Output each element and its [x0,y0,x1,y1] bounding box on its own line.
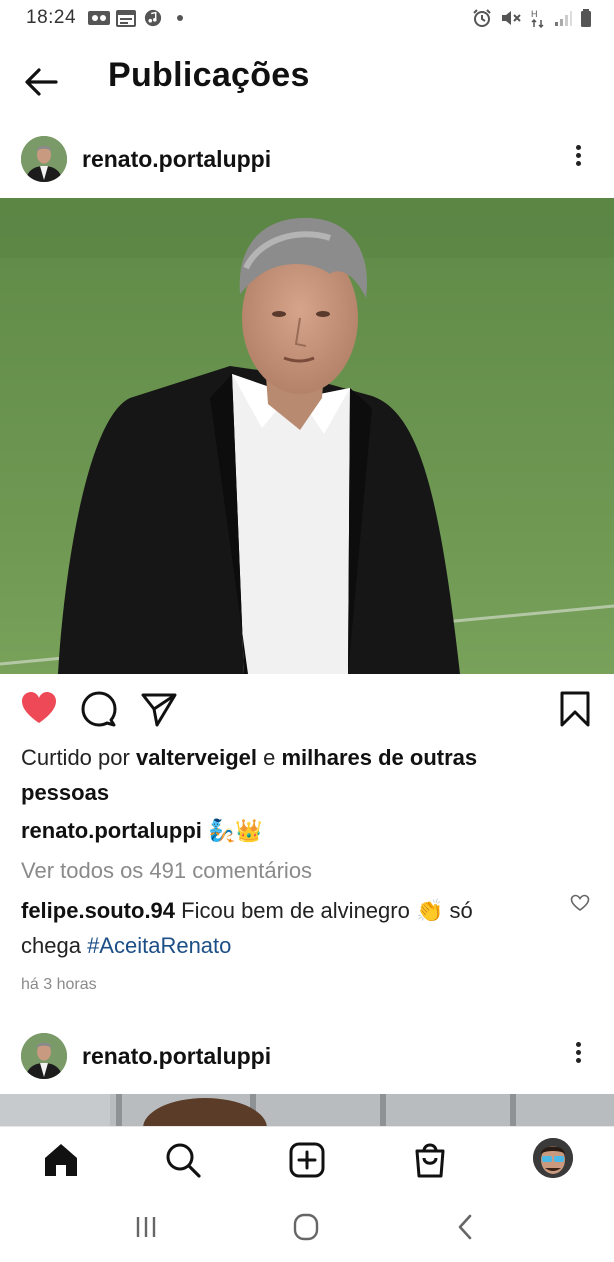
post-image[interactable] [0,198,614,674]
comment-like-heart-icon[interactable] [570,894,590,912]
post-username-2[interactable]: renato.portaluppi [82,1043,271,1070]
comment-line-2: chega #AceitaRenato [21,933,231,959]
avatar-image [21,136,67,182]
comment-icon[interactable] [80,690,118,728]
new-post-icon[interactable] [288,1141,326,1179]
comment-text: Ficou bem de alvinegro [175,898,416,923]
dot-icon [177,15,183,21]
likes-line: Curtido por valterveigel e milhares de o… [21,745,477,771]
signal-icon [555,11,572,26]
comment-hashtag[interactable]: #AceitaRenato [87,933,231,958]
profile-avatar[interactable] [533,1138,573,1178]
home-icon[interactable] [42,1141,80,1179]
shop-icon[interactable] [411,1141,449,1179]
status-icons-right: H [472,8,592,28]
comment-text-2: só [443,898,473,923]
mute-icon [502,11,521,25]
post-image-2[interactable] [0,1094,614,1128]
data-icon: H [531,9,544,28]
post-header-2: renato.portaluppi [0,1027,614,1087]
post-photo-2 [0,1094,614,1128]
svg-text:H: H [531,9,538,19]
avatar[interactable] [21,136,67,182]
liked-by-others[interactable]: milhares de outras [282,745,478,770]
caption-username[interactable]: renato.portaluppi [21,818,202,843]
avatar-image-2 [21,1033,67,1079]
home-circle-icon[interactable] [286,1212,326,1242]
back-chevron-icon[interactable] [446,1212,486,1242]
view-all-comments[interactable]: Ver todos os 491 comentários [21,858,312,884]
liked-by-user[interactable]: valterveigel [136,745,257,770]
music-icon [144,9,162,27]
post-photo [0,198,614,674]
post-timestamp: há 3 horas [21,976,97,993]
alarm-icon [473,9,491,27]
battery-icon [581,9,591,27]
status-bar: 18:24 H [0,0,614,38]
calendar-icon [116,10,136,27]
comment-text-3: chega [21,933,88,958]
post-username[interactable]: renato.portaluppi [82,146,271,173]
page-title: Publicações [108,56,310,94]
bottom-navigation [0,1126,614,1192]
liked-by-others-cont[interactable]: pessoas [21,780,109,805]
more-options-icon[interactable] [566,142,590,176]
recents-icon[interactable] [126,1212,166,1242]
search-icon[interactable] [164,1141,202,1179]
app-header: Publicações [0,40,614,120]
voicemail-icon [88,11,110,25]
comment-line-1: felipe.souto.94 Ficou bem de alvinegro 👏… [21,898,561,924]
comment-username[interactable]: felipe.souto.94 [21,898,175,923]
more-options-icon-2[interactable] [566,1039,590,1073]
profile-avatar-image [533,1138,573,1178]
system-navigation [0,1192,614,1262]
liked-by-prefix: Curtido por [21,745,136,770]
liked-by-mid: e [257,745,282,770]
like-heart-icon[interactable] [20,690,58,728]
post-header: renato.portaluppi [0,130,614,190]
caption: renato.portaluppi 🧞👑 [21,818,263,844]
likes-line-2: pessoas [21,780,109,806]
caption-emojis: 🧞👑 [208,818,263,843]
share-icon[interactable] [140,690,178,728]
status-time: 18:24 [26,7,77,28]
save-bookmark-icon[interactable] [556,690,594,728]
comment-emoji: 👏 [415,898,444,923]
back-arrow-icon[interactable] [22,62,62,102]
avatar-2[interactable] [21,1033,67,1079]
